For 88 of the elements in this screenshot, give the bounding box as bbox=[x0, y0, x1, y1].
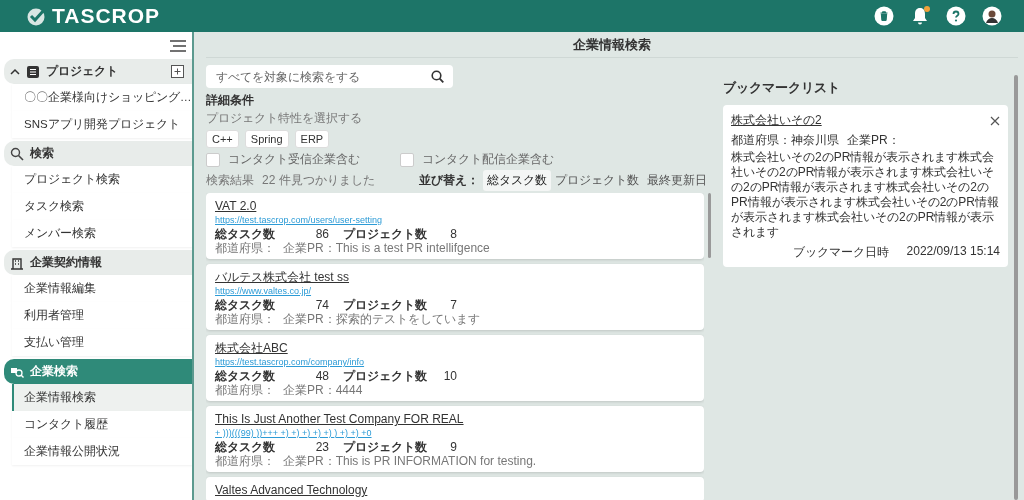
sidebar-item[interactable]: 企業情報公開状況 bbox=[12, 438, 192, 465]
sort-option[interactable]: 総タスク数 bbox=[483, 169, 551, 191]
bookmark-date: 2022/09/13 15:14 bbox=[906, 244, 1000, 260]
stat-value: 86 bbox=[314, 227, 329, 241]
trash-icon[interactable] bbox=[874, 6, 894, 26]
help-icon[interactable] bbox=[946, 6, 966, 26]
company-name-link[interactable]: VAT 2.0 bbox=[215, 199, 257, 213]
section-title: 企業検索 bbox=[30, 363, 79, 380]
company-name-link[interactable]: 株式会社いその2 bbox=[731, 112, 822, 129]
add-icon[interactable] bbox=[171, 65, 184, 78]
scrollbar-thumb[interactable] bbox=[708, 193, 711, 258]
prefecture-label: 都道府県： bbox=[215, 241, 275, 255]
bookmark-date-label: ブックマーク日時 bbox=[792, 244, 889, 261]
sidebar-item[interactable]: 企業情報検索 bbox=[12, 384, 192, 411]
sidebar-item[interactable]: 〇〇企業様向けショッピング… bbox=[12, 84, 192, 111]
tag-button[interactable]: ERP bbox=[294, 130, 330, 148]
stat-value: 48 bbox=[314, 369, 329, 383]
prefecture-label: 都道府県： bbox=[215, 383, 275, 397]
checkbox-label: コンタクト受信企業含む bbox=[228, 151, 360, 168]
search-icon[interactable] bbox=[431, 70, 444, 83]
stat-label: プロジェクト数 bbox=[343, 298, 428, 312]
sidebar-item[interactable]: プロジェクト検索 bbox=[12, 166, 192, 193]
close-icon[interactable] bbox=[990, 115, 1000, 126]
results-label: 検索結果 bbox=[206, 171, 254, 189]
search-field[interactable]: すべてを対象に検索をする bbox=[206, 65, 453, 88]
sidebar-section[interactable]: 企業契約情報 bbox=[4, 250, 192, 275]
tag-button[interactable]: Spring bbox=[244, 130, 289, 148]
sort-label: 並び替え： bbox=[419, 171, 479, 189]
filter-heading: 詳細条件 bbox=[206, 92, 255, 109]
stat-value: 23 bbox=[314, 440, 329, 454]
stat-value: 7 bbox=[449, 298, 457, 312]
sidebar-item[interactable]: タスク検索 bbox=[12, 193, 192, 220]
section-title: プロジェクト bbox=[46, 63, 119, 80]
bookmark-list-title: ブックマークリスト bbox=[723, 79, 841, 97]
sort-option[interactable]: プロジェクト数 bbox=[551, 169, 643, 191]
search-icon bbox=[10, 146, 24, 161]
section-title: 企業契約情報 bbox=[30, 254, 103, 271]
bell-icon[interactable] bbox=[910, 6, 930, 26]
prefecture-label: 都道府県： bbox=[215, 454, 275, 468]
scrollbar-thumb[interactable] bbox=[1014, 75, 1018, 500]
checkbox[interactable] bbox=[400, 152, 414, 167]
pr-text: 株式会社いその2のPR情報が表示されます株式会社いその2のPR情報が表示されます株式会社いその2のPR情報が表示されます株式会社いその2のPR情報が表示されます株式会社いその2のPR情報が表示されます株式会社いその2のPR情報が表示されます bbox=[731, 150, 1000, 240]
sidebar-item[interactable]: 利用者管理 bbox=[12, 302, 192, 329]
prefecture-label: 都道府県： bbox=[215, 312, 275, 326]
stat-value: 9 bbox=[449, 440, 457, 454]
company-pr-text: 企業PR：4444 bbox=[283, 383, 363, 397]
stat-label: プロジェクト数 bbox=[343, 227, 428, 241]
stat-label: プロジェクト数 bbox=[343, 440, 428, 454]
building-icon bbox=[10, 255, 24, 270]
list-icon bbox=[26, 64, 40, 79]
company-pr-text: 企業PR：This is a test PR intellifgence bbox=[283, 241, 490, 255]
stat-value: 74 bbox=[314, 298, 329, 312]
stat-label: プロジェクト数 bbox=[343, 369, 428, 383]
logo-text: TASCROP bbox=[52, 4, 161, 28]
results-count: 22 件見つかりました bbox=[262, 171, 375, 189]
page-title: 企業情報検索 bbox=[573, 35, 651, 54]
chevron-up-icon[interactable] bbox=[10, 66, 20, 77]
sidebar-item[interactable]: 企業情報編集 bbox=[12, 275, 192, 302]
sidebar-item[interactable]: メンバー検索 bbox=[12, 220, 192, 247]
pr-label: 企業PR： bbox=[847, 133, 900, 148]
menu-icon[interactable] bbox=[170, 40, 186, 52]
company-name-link[interactable]: This Is Just Another Test Company FOR REAL bbox=[215, 412, 464, 426]
prefecture-text: 都道府県：神奈川県 bbox=[731, 133, 839, 148]
sidebar-section[interactable]: 検索 bbox=[4, 141, 192, 166]
sidebar-item[interactable]: コンタクト履歴 bbox=[12, 411, 192, 438]
company-name-link[interactable]: 株式会社ABC bbox=[215, 341, 288, 355]
stat-label: 総タスク数 bbox=[215, 298, 276, 312]
stat-value: 10 bbox=[442, 369, 457, 383]
stat-value: 8 bbox=[449, 227, 457, 241]
company-name-link[interactable]: バルテス株式会社 test ss bbox=[215, 270, 349, 284]
checkbox[interactable] bbox=[206, 152, 220, 167]
tag-button[interactable]: C++ bbox=[206, 130, 239, 148]
company-name-link[interactable]: Valtes Advanced Technology bbox=[215, 483, 368, 497]
sidebar-section[interactable]: 企業検索 bbox=[4, 359, 192, 384]
sort-option[interactable]: 最終更新日 bbox=[643, 169, 711, 191]
stat-label: 総タスク数 bbox=[215, 369, 276, 383]
section-title: 検索 bbox=[30, 145, 55, 162]
sidebar-item[interactable]: 支払い管理 bbox=[12, 329, 192, 356]
sidebar-item[interactable]: SNSアプリ開発プロジェクト bbox=[12, 111, 192, 138]
checkbox-label: コンタクト配信企業含む bbox=[422, 151, 554, 168]
stat-label: 総タスク数 bbox=[215, 227, 276, 241]
avatar-icon[interactable] bbox=[982, 6, 1002, 26]
stat-label: 総タスク数 bbox=[215, 440, 276, 454]
logo-icon bbox=[26, 6, 46, 26]
company-pr-text: 企業PR：This is PR INFORMATION for testing. bbox=[283, 454, 537, 468]
filter-hint: プロジェクト特性を選択する bbox=[206, 110, 363, 127]
company-pr-text: 企業PR：探索的テストをしています bbox=[283, 312, 480, 326]
sidebar-section[interactable]: プロジェクト bbox=[4, 59, 192, 84]
